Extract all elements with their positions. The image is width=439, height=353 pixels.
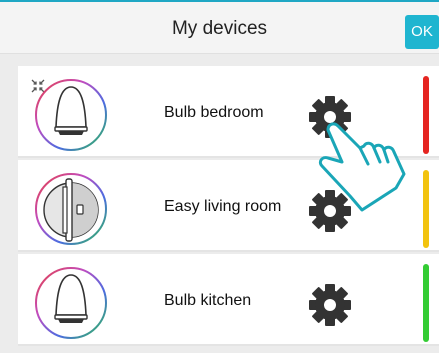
device-name: Bulb bedroom	[164, 104, 264, 121]
app-header: My devices OK	[0, 2, 439, 54]
hand-pointer-icon	[318, 122, 406, 212]
bulb-icon	[35, 79, 107, 151]
device-name: Bulb kitchen	[164, 292, 252, 309]
page-title: My devices	[171, 18, 268, 39]
gear-icon[interactable]	[308, 283, 352, 327]
device-name: Easy living room	[164, 198, 282, 215]
ok-button[interactable]: OK	[405, 15, 439, 49]
plug-icon	[35, 173, 107, 245]
status-bar	[423, 264, 429, 342]
device-row-bulb-kitchen[interactable]: Bulb kitchen	[18, 254, 439, 346]
status-bar	[423, 170, 429, 248]
status-bar	[423, 76, 429, 154]
bulb-icon	[35, 267, 107, 339]
